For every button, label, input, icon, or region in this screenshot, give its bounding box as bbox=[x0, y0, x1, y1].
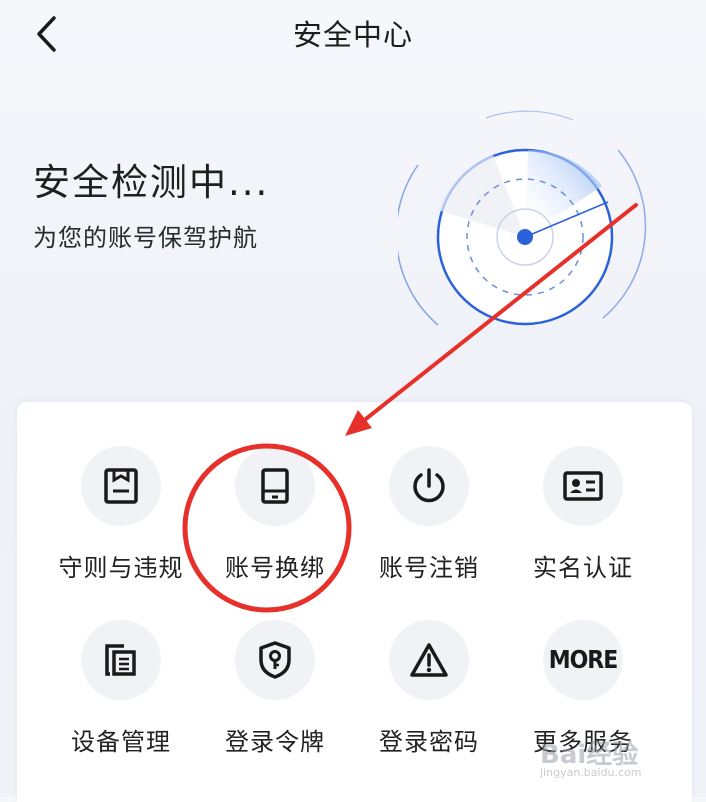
service-label: 账号注销 bbox=[379, 554, 479, 582]
service-account-rebind[interactable]: 账号换绑 bbox=[195, 446, 355, 596]
radar-scan-graphic bbox=[398, 110, 647, 326]
page-title: 安全中心 bbox=[292, 18, 413, 52]
service-label: 实名认证 bbox=[533, 554, 633, 582]
service-label: 登录密码 bbox=[379, 728, 479, 756]
watermark-url: jingyan.baidu.com bbox=[540, 766, 642, 779]
service-device-management[interactable]: 设备管理 bbox=[41, 620, 201, 770]
warning-triangle-icon bbox=[389, 620, 469, 700]
service-label: 账号换绑 bbox=[225, 554, 325, 582]
service-rules-violations[interactable]: 守则与违规 bbox=[41, 446, 201, 596]
phone-device-icon bbox=[235, 446, 315, 526]
shield-key-icon bbox=[235, 620, 315, 700]
service-login-password[interactable]: 登录密码 bbox=[349, 620, 509, 770]
service-login-token[interactable]: 登录令牌 bbox=[195, 620, 355, 770]
nav-bar: 安全中心 bbox=[0, 0, 706, 64]
more-icon-text: MORE bbox=[548, 645, 619, 675]
service-real-name[interactable]: 实名认证 bbox=[503, 446, 663, 596]
power-icon bbox=[389, 446, 469, 526]
rules-document-icon bbox=[81, 446, 161, 526]
watermark: Bai经验 jingyan.baidu.com bbox=[540, 732, 700, 782]
scan-status-subtitle: 为您的账号保驾护航 bbox=[33, 224, 258, 252]
id-card-icon bbox=[543, 446, 623, 526]
service-label: 设备管理 bbox=[71, 728, 171, 756]
devices-icon bbox=[81, 620, 161, 700]
scan-status-title: 安全检测中... bbox=[33, 161, 270, 204]
service-label: 登录令牌 bbox=[225, 728, 325, 756]
service-account-cancel[interactable]: 账号注销 bbox=[349, 446, 509, 596]
service-label: 守则与违规 bbox=[58, 554, 184, 582]
more-icon: MORE bbox=[543, 620, 623, 700]
